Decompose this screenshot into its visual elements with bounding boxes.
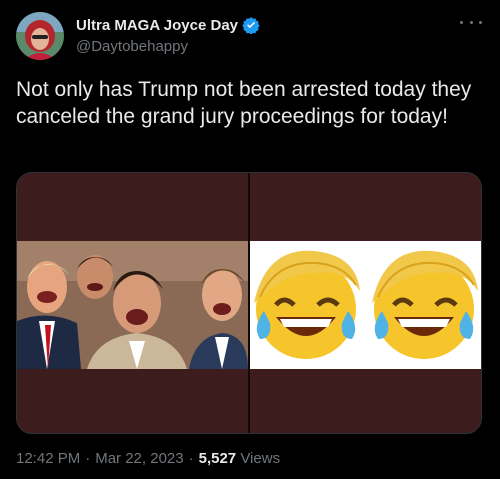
- tweet-date[interactable]: Mar 22, 2023: [95, 450, 183, 467]
- user-info: Ultra MAGA Joyce Day @Daytobehappy: [76, 14, 260, 55]
- tweet-text: Not only has Trump not been arrested tod…: [16, 78, 472, 128]
- views: 5,527 Views: [199, 450, 280, 467]
- tweet-meta: 12:42 PM · Mar 22, 2023 · 5,527 Views: [16, 450, 280, 467]
- views-label: Views: [240, 450, 281, 467]
- verified-badge-icon: [242, 17, 260, 34]
- tweet-time[interactable]: 12:42 PM: [16, 450, 80, 467]
- tweet-media[interactable]: [16, 172, 482, 434]
- laughing-emoji-image: [250, 241, 481, 369]
- meta-separator: ·: [85, 450, 91, 467]
- views-count: 5,527: [198, 450, 237, 467]
- media-right-panel[interactable]: [250, 173, 481, 433]
- display-name[interactable]: Ultra MAGA Joyce Day: [76, 17, 238, 34]
- avatar[interactable]: [16, 12, 64, 60]
- media-left-panel[interactable]: [17, 173, 248, 433]
- more-options-icon[interactable]: [460, 14, 482, 30]
- user-handle[interactable]: @Daytobehappy: [76, 38, 260, 55]
- tweet: Ultra MAGA Joyce Day @Daytobehappy Not o…: [0, 0, 500, 479]
- tweet-header: Ultra MAGA Joyce Day @Daytobehappy: [16, 12, 484, 60]
- meta-separator: ·: [188, 450, 194, 467]
- laughing-men-image: [17, 241, 248, 369]
